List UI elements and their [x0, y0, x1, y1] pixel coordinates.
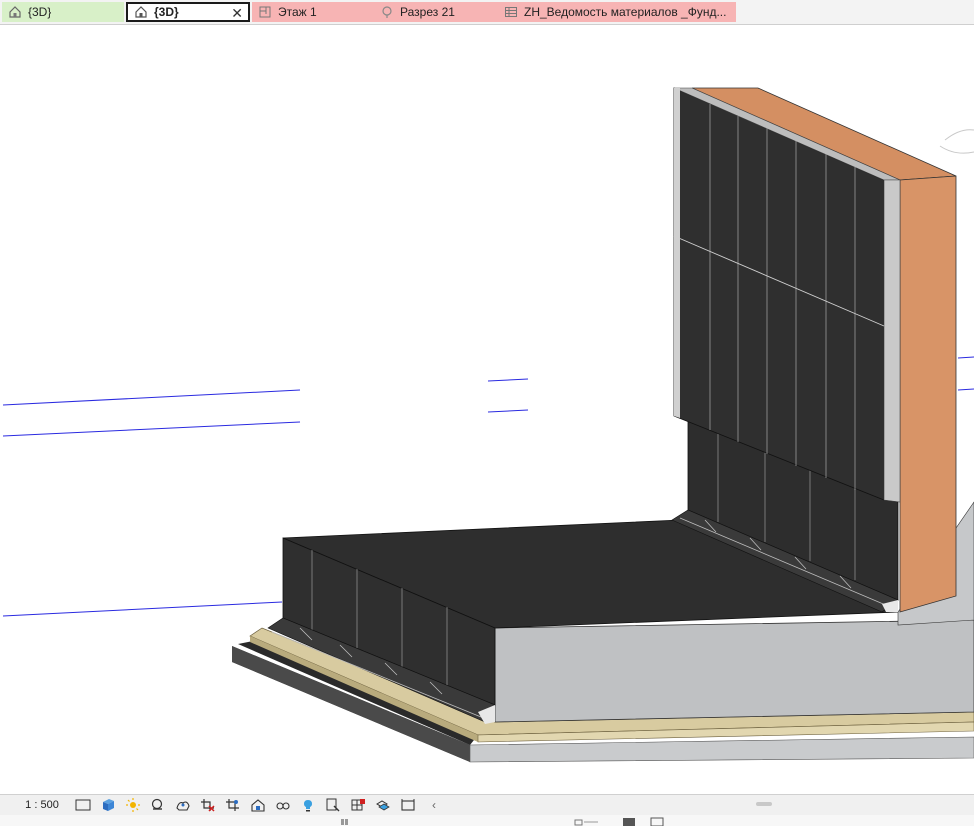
- tab-materials-schedule[interactable]: ZH_Ведомость материалов _Фунд...: [498, 2, 736, 22]
- temporary-hide-icon[interactable]: [272, 796, 294, 814]
- tab-label: ZH_Ведомость материалов _Фунд...: [524, 5, 727, 19]
- unlock-3d-view-icon[interactable]: [247, 796, 269, 814]
- grid-line: [487, 409, 529, 413]
- tab-label: Разрез 21: [400, 5, 455, 19]
- schedule-icon: [505, 7, 517, 17]
- tab-label: {3D}: [28, 5, 52, 19]
- grid-line: [957, 388, 974, 391]
- view-tab-bar: {3D} {3D} ✕ Этаж 1 Разрез 21 ZH_Ведомост…: [0, 0, 974, 25]
- grid-line: [487, 378, 529, 382]
- filter-icon[interactable]: [650, 817, 664, 826]
- reveal-constraints-icon[interactable]: [397, 796, 419, 814]
- 3d-model-viewport[interactable]: [0, 25, 974, 794]
- tab-label: {3D}: [154, 5, 179, 19]
- highlight-displacement-icon[interactable]: [372, 796, 394, 814]
- editable-only-icon[interactable]: [622, 817, 636, 826]
- render-icon[interactable]: [172, 796, 194, 814]
- sun-path-icon[interactable]: [122, 796, 144, 814]
- floor-plan-icon: [259, 6, 271, 18]
- grid-line: [957, 356, 974, 359]
- horizontal-scrollbar-thumb[interactable]: [756, 802, 772, 806]
- visual-style-cube-icon[interactable]: [97, 796, 119, 814]
- show-crop-region-icon[interactable]: [222, 796, 244, 814]
- scroll-left-arrow-icon[interactable]: ‹: [428, 798, 440, 812]
- analytical-model-icon[interactable]: [347, 796, 369, 814]
- view-control-bar: 1 : 500 ‹: [0, 794, 974, 815]
- grid-line: [2, 421, 301, 437]
- grid-line: [2, 389, 301, 406]
- grid-line: [2, 601, 283, 617]
- design-options-icon[interactable]: [574, 817, 600, 826]
- view-cube-trace: [939, 129, 974, 154]
- tab-label: Этаж 1: [278, 5, 317, 19]
- home-3d-icon: [135, 6, 147, 18]
- view-scale[interactable]: 1 : 500: [12, 799, 72, 811]
- reveal-hidden-icon[interactable]: [297, 796, 319, 814]
- tab-floor-1[interactable]: Этаж 1: [252, 2, 372, 22]
- worksets-icon[interactable]: [340, 817, 352, 826]
- worksharing-display-icon[interactable]: [322, 796, 344, 814]
- 3d-model-drawing[interactable]: [0, 25, 974, 794]
- detail-level-icon[interactable]: [72, 796, 94, 814]
- status-strip: [0, 815, 974, 826]
- close-tab-icon[interactable]: ✕: [231, 5, 243, 20]
- home-3d-icon: [9, 6, 21, 18]
- section-icon: [382, 6, 392, 18]
- tab-3d-view-active[interactable]: {3D} ✕: [126, 2, 250, 22]
- crop-view-icon[interactable]: [197, 796, 219, 814]
- shadows-icon[interactable]: [147, 796, 169, 814]
- tab-section-21[interactable]: Разрез 21: [372, 2, 498, 22]
- tab-3d-view[interactable]: {3D}: [2, 2, 124, 22]
